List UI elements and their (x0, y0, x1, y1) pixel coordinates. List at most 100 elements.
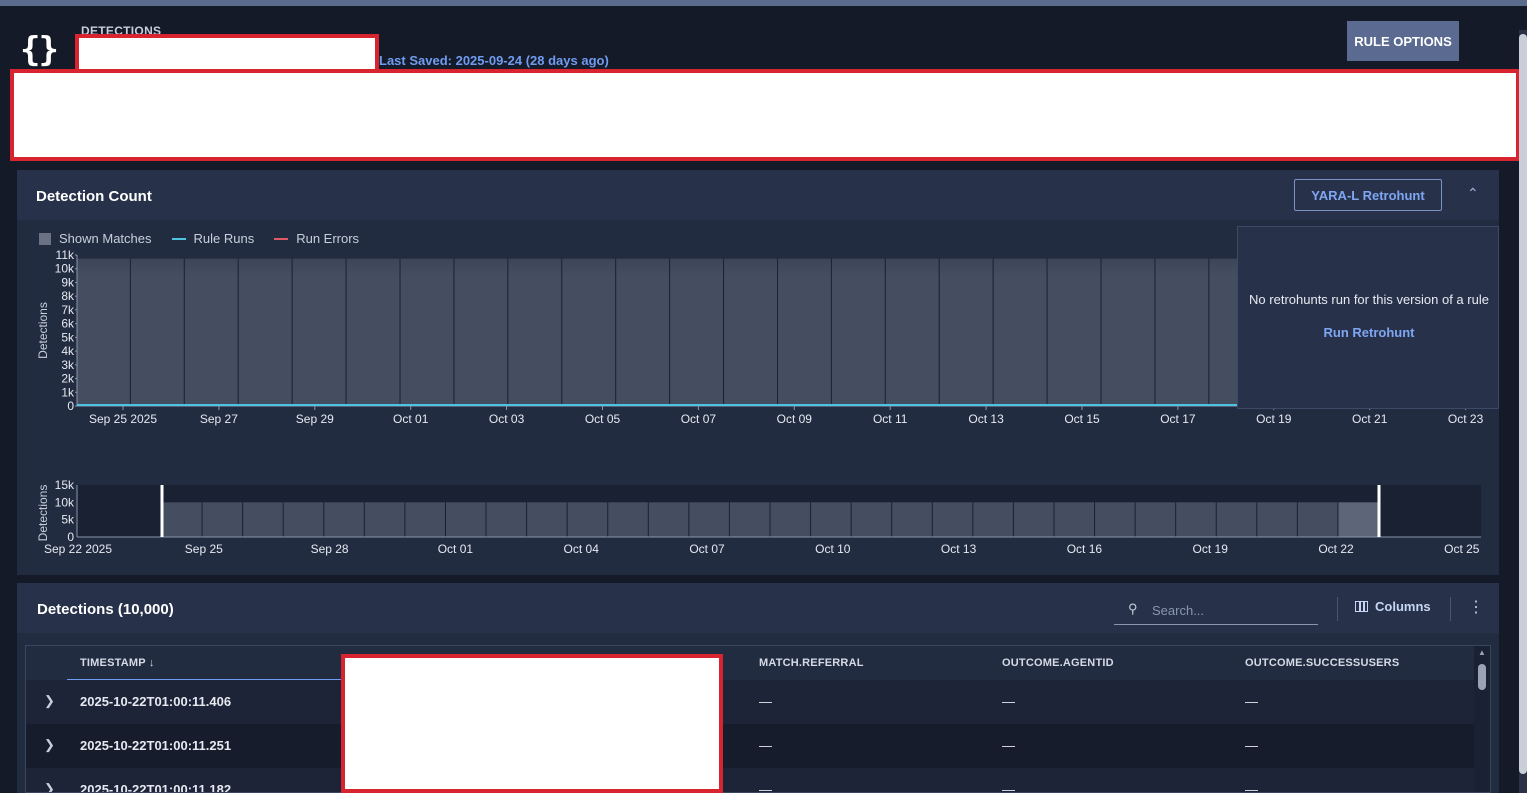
cell-outcome-successusers: — (1245, 738, 1258, 753)
cell-outcome-successusers: — (1245, 782, 1258, 793)
legend-run-errors[interactable]: Run Errors (274, 231, 359, 246)
column-header-outcome-successusers[interactable]: OUTCOME.SUCCESSUSERS (1245, 657, 1399, 669)
legend-swatch-rule-runs (171, 237, 186, 240)
chevron-right-icon[interactable]: ❯ (44, 781, 55, 792)
cell-outcome-agentid: — (1002, 694, 1015, 709)
x-tick-label: Oct 07 (689, 542, 725, 556)
navigator-bar (1095, 502, 1135, 537)
cell-timestamp: 2025-10-22T01:00:11.251 (80, 738, 232, 753)
cell-timestamp: 2025-10-22T01:00:11.182 (80, 782, 232, 793)
y-tick-label: 2k (61, 372, 75, 386)
table-row[interactable]: ❯ 2025-10-22T01:00:11.406 — — — (26, 680, 1474, 724)
cell-outcome-successusers: — (1245, 694, 1258, 709)
x-tick-label: Sep 22 2025 (44, 542, 112, 556)
navigator-bar (445, 502, 486, 537)
bar-shown-matches (562, 258, 616, 406)
navigator-bar (973, 502, 1013, 537)
redacted-table-columns (341, 654, 723, 793)
y-tick-label: 7k (61, 303, 75, 317)
x-tick-label: Oct 17 (1160, 412, 1196, 426)
page-scrollbar-thumb[interactable] (1519, 34, 1527, 774)
navigator-bar (892, 502, 932, 537)
legend-label: Rule Runs (193, 231, 255, 246)
legend-label: Run Errors (296, 231, 360, 246)
table-scrollbar-thumb[interactable] (1478, 664, 1486, 690)
bar-shown-matches (1101, 258, 1155, 406)
navigator-bar (608, 502, 648, 537)
x-tick-label: Sep 28 (311, 542, 349, 556)
chevron-right-icon[interactable]: ❯ (44, 737, 55, 753)
bar-shown-matches (1047, 258, 1101, 406)
navigator-bar (324, 502, 364, 537)
cell-outcome-agentid: — (1002, 782, 1015, 793)
retrohunt-message: No retrohunts run for this version of a … (1249, 292, 1489, 307)
column-header-match-referral[interactable]: MATCH.REFERRAL (759, 657, 864, 669)
chevron-right-icon[interactable]: ❯ (44, 693, 55, 709)
legend-swatch-matches (39, 232, 51, 245)
retrohunt-popover: No retrohunts run for this version of a … (1237, 226, 1499, 409)
run-retrohunt-link[interactable]: Run Retrohunt (1238, 325, 1500, 340)
navigator-bar (283, 502, 324, 537)
column-header-outcome-agentid[interactable]: OUTCOME.AGENTID (1002, 657, 1114, 669)
more-options-icon[interactable]: ⋮ (1468, 597, 1484, 617)
navigator-bar (567, 502, 608, 537)
x-tick-label: Oct 16 (1067, 542, 1103, 556)
x-tick-label: Oct 07 (681, 412, 717, 426)
y-tick-label: 11k (56, 248, 75, 262)
chart-legend: Shown Matches Rule Runs Run Errors (39, 231, 359, 246)
x-tick-label: Oct 13 (968, 412, 1004, 426)
navigator-bar (162, 502, 202, 537)
y-tick-label: 10k (55, 262, 75, 276)
bar-shown-matches (77, 258, 130, 406)
bar-shown-matches (130, 258, 184, 406)
x-tick-label: Oct 13 (941, 542, 977, 556)
navigator-bar (689, 502, 729, 537)
column-header-timestamp[interactable]: TIMESTAMP ↓ (80, 657, 155, 669)
x-tick-label: Sep 25 2025 (89, 412, 157, 426)
bar-shown-matches (885, 258, 939, 406)
x-tick-label: Oct 01 (393, 412, 429, 426)
table-row[interactable]: ❯ 2025-10-22T01:00:11.182 — — — (26, 768, 1474, 793)
y-axis-label: Detections (36, 485, 50, 542)
legend-rule-runs[interactable]: Rule Runs (171, 231, 255, 246)
chevron-up-icon[interactable]: ⌃ (1467, 185, 1479, 202)
columns-label: Columns (1375, 599, 1431, 614)
table-row[interactable]: ❯ 2025-10-22T01:00:11.251 — — — (26, 724, 1474, 768)
search-box[interactable]: ⚲ (1114, 597, 1318, 625)
detections-panel: Detections (10,000) ⚲ Columns ⋮ TIMESTAM… (17, 583, 1499, 793)
legend-label: Shown Matches (59, 231, 152, 246)
y-tick-label: 3k (61, 358, 75, 372)
navigator-bar (1216, 502, 1257, 537)
navigator-bar (1257, 502, 1297, 537)
bar-shown-matches (831, 258, 885, 406)
columns-button[interactable]: Columns (1355, 599, 1431, 614)
yara-l-retrohunt-button[interactable]: YARA-L Retrohunt (1294, 179, 1442, 211)
x-tick-label: Oct 21 (1352, 412, 1388, 426)
y-tick-label: 15k (55, 478, 75, 492)
search-input[interactable] (1152, 600, 1312, 620)
time-range-navigator-chart[interactable]: Detections 05k10k15kSep 22 2025 Sep 25 Sep … (17, 476, 1499, 568)
navigator-bar (202, 502, 243, 537)
legend-shown-matches[interactable]: Shown Matches (39, 231, 152, 246)
toolbar-divider (1450, 597, 1451, 621)
scroll-up-arrow-icon[interactable]: ▲ (1478, 648, 1486, 657)
rule-options-button[interactable]: RULE OPTIONS (1347, 21, 1459, 61)
bar-shown-matches (993, 258, 1047, 406)
cell-match-referral: — (759, 694, 772, 709)
bar-shown-matches (616, 258, 670, 406)
bar-shown-matches (184, 258, 238, 406)
navigator-bar (648, 502, 689, 537)
y-tick-label: 4k (61, 344, 75, 358)
cell-timestamp: 2025-10-22T01:00:11.406 (80, 694, 232, 709)
x-tick-label: Oct 10 (815, 542, 851, 556)
bar-shown-matches (670, 258, 724, 406)
bar-shown-matches (508, 258, 562, 406)
table-header: TIMESTAMP ↓ MATCH.REFERRAL OUTCOME.AGENT… (26, 646, 1474, 680)
y-axis-label: Detections (36, 302, 50, 359)
x-tick-label: Oct 22 (1318, 542, 1354, 556)
x-tick-label: Sep 27 (200, 412, 238, 426)
x-tick-label: Sep 29 (296, 412, 334, 426)
bar-shown-matches (238, 258, 292, 406)
navigator-bar (1135, 502, 1176, 537)
navigator-bar (932, 502, 973, 537)
